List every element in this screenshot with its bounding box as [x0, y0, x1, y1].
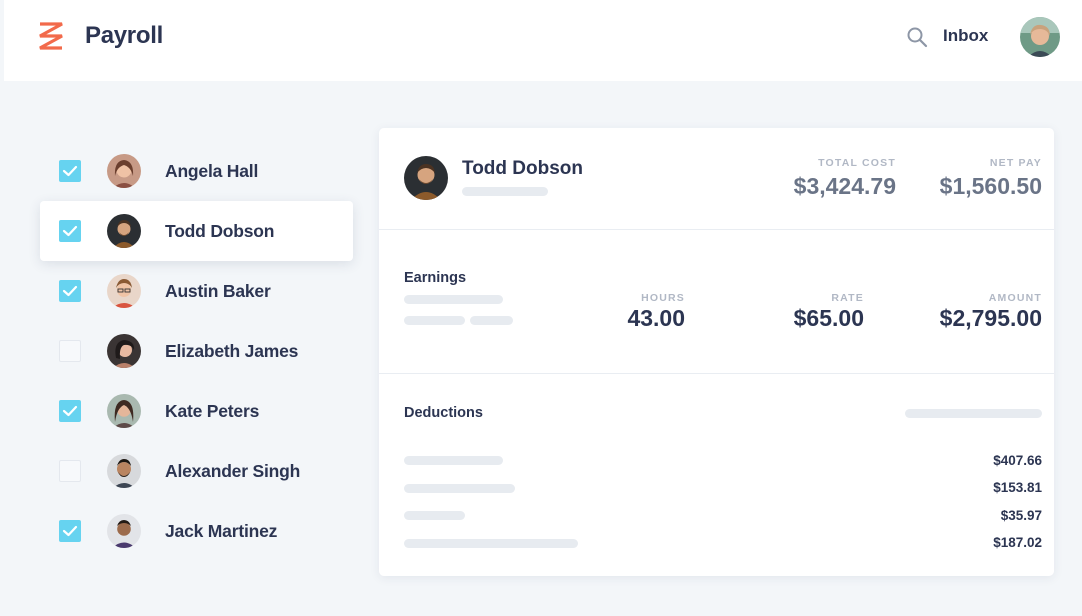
detail-employee-name: Todd Dobson: [462, 158, 584, 179]
placeholder-bar: [404, 484, 515, 493]
placeholder-bar: [905, 409, 1042, 418]
hours-label: HOURS: [641, 292, 685, 304]
check-icon: [62, 165, 78, 177]
employee-name: Angela Hall: [165, 161, 259, 181]
deduction-amount: $187.02: [993, 535, 1042, 550]
employee-avatar: [107, 274, 141, 308]
hours-value: 43.00: [627, 305, 685, 331]
employee-avatar: [107, 214, 141, 248]
employee-row-elizabeth-james[interactable]: Elizabeth James: [40, 321, 353, 381]
employee-checkbox[interactable]: [59, 160, 81, 182]
rate-value: $65.00: [793, 305, 864, 331]
divider: [379, 229, 1054, 230]
employee-row-angela-hall[interactable]: Angela Hall: [40, 141, 353, 201]
employee-checkbox[interactable]: [59, 280, 81, 302]
employee-avatar: [107, 154, 141, 188]
deduction-amount: $407.66: [993, 453, 1042, 468]
amount-label: AMOUNT: [988, 292, 1042, 304]
net-pay-value: $1,560.50: [939, 173, 1042, 199]
employee-name: Todd Dobson: [165, 221, 275, 241]
employee-checkbox[interactable]: [59, 460, 81, 482]
employee-row-austin-baker[interactable]: Austin Baker: [40, 261, 353, 321]
placeholder-bar: [404, 511, 465, 520]
employee-row-jack-martinez[interactable]: Jack Martinez: [40, 501, 353, 561]
check-icon: [62, 225, 78, 237]
payroll-detail-card: Todd Dobson TOTAL COST $3,424.79 NET PAY…: [379, 128, 1054, 576]
total-cost-label: TOTAL COST: [818, 157, 896, 169]
placeholder-bar: [404, 295, 503, 304]
employee-name: Alexander Singh: [165, 461, 301, 481]
placeholder-bar: [404, 316, 465, 325]
user-avatar[interactable]: [1020, 17, 1060, 57]
employee-name: Austin Baker: [165, 281, 271, 301]
employee-name: Kate Peters: [165, 401, 260, 421]
employee-checkbox[interactable]: [59, 400, 81, 422]
inbox-link[interactable]: Inbox: [943, 26, 988, 46]
placeholder-bar: [462, 187, 548, 196]
employee-avatar: [107, 454, 141, 488]
employee-row-kate-peters[interactable]: Kate Peters: [40, 381, 353, 441]
placeholder-bar: [404, 456, 503, 465]
employee-name: Jack Martinez: [165, 521, 278, 541]
total-cost-value: $3,424.79: [793, 173, 896, 199]
net-pay-label: NET PAY: [989, 157, 1042, 169]
deduction-amount: $153.81: [993, 480, 1042, 495]
check-icon: [62, 285, 78, 297]
placeholder-bar: [470, 316, 513, 325]
employee-checkbox[interactable]: [59, 340, 81, 362]
employee-avatar: [107, 514, 141, 548]
detail-avatar: [404, 156, 448, 200]
employee-avatar: [107, 334, 141, 368]
employee-row-todd-dobson[interactable]: Todd Dobson: [40, 201, 353, 261]
earnings-title: Earnings: [404, 270, 467, 286]
employee-avatar: [107, 394, 141, 428]
check-icon: [62, 405, 78, 417]
deduction-amount: $35.97: [1000, 508, 1042, 523]
employee-row-alexander-singh[interactable]: Alexander Singh: [40, 441, 353, 501]
divider: [379, 373, 1054, 374]
employee-name: Elizabeth James: [165, 341, 299, 361]
amount-value: $2,795.00: [939, 305, 1042, 331]
check-icon: [62, 525, 78, 537]
deductions-title: Deductions: [404, 405, 483, 421]
logo-icon: [39, 22, 63, 50]
top-bar: Payroll Inbox: [4, 0, 1082, 81]
placeholder-bar: [404, 539, 578, 548]
employee-checkbox[interactable]: [59, 520, 81, 542]
app-title: Payroll: [85, 22, 163, 49]
rate-label: RATE: [831, 292, 864, 304]
employee-checkbox[interactable]: [59, 220, 81, 242]
search-icon[interactable]: [906, 26, 928, 48]
